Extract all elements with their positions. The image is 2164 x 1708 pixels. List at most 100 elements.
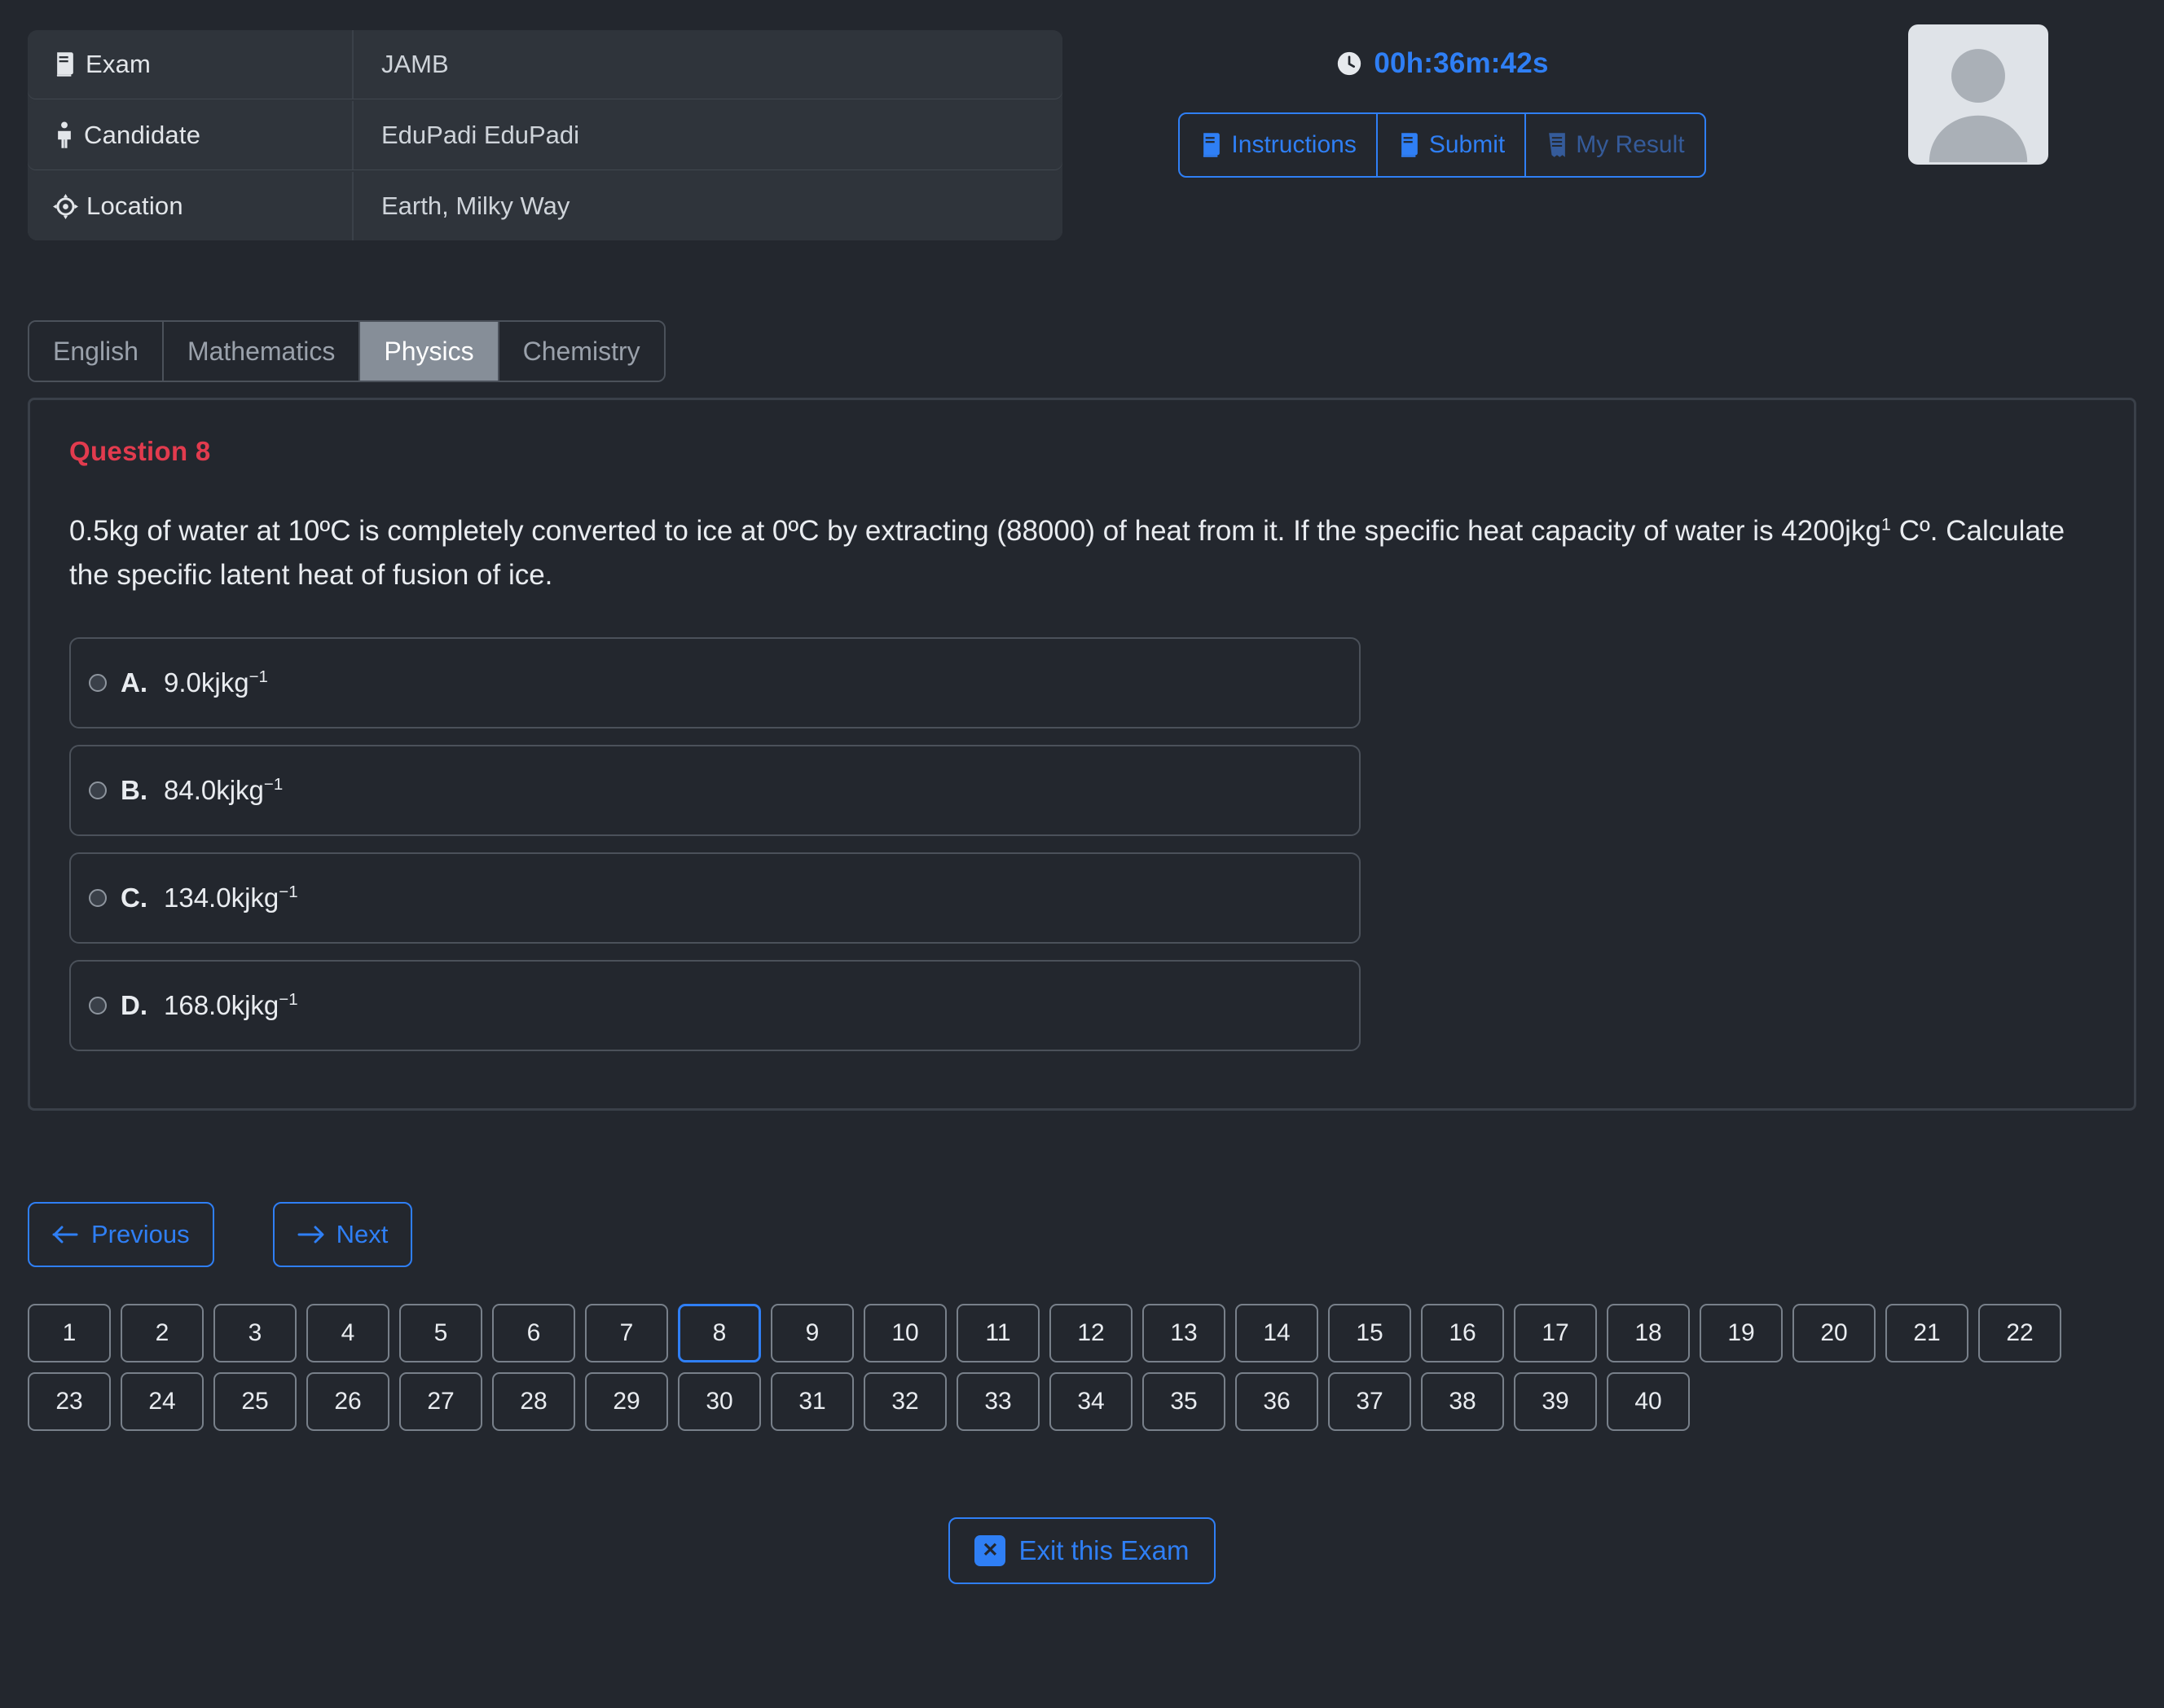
question-number-button[interactable]: 28	[492, 1372, 575, 1431]
question-number-button[interactable]: 29	[585, 1372, 668, 1431]
option-b[interactable]: B. 84.0kjkg−1	[69, 744, 1361, 836]
avatar[interactable]	[1908, 24, 2048, 165]
radio-icon[interactable]	[89, 888, 107, 907]
question-number-button[interactable]: 20	[1792, 1304, 1876, 1362]
radio-icon[interactable]	[89, 781, 107, 799]
action-label: My Result	[1576, 131, 1685, 158]
question-number-button[interactable]: 26	[306, 1372, 389, 1431]
info-label: Candidate	[28, 101, 354, 169]
subject-tabs: English Mathematics Physics Chemistry	[28, 320, 666, 382]
tab-english[interactable]: English	[29, 322, 164, 381]
exit-row: ✕ Exit this Exam	[0, 1517, 2164, 1584]
question-number-button[interactable]: 40	[1607, 1372, 1690, 1431]
question-number-button[interactable]: 17	[1514, 1304, 1597, 1362]
info-label: Location	[28, 172, 354, 240]
question-number-button[interactable]: 14	[1235, 1304, 1318, 1362]
question-number-button[interactable]: 21	[1885, 1304, 1968, 1362]
previous-button[interactable]: Previous	[28, 1202, 214, 1267]
question-number-button[interactable]: 24	[121, 1372, 204, 1431]
question-number-button[interactable]: 25	[213, 1372, 297, 1431]
question-number-button[interactable]: 12	[1049, 1304, 1133, 1362]
question-number-button[interactable]: 22	[1978, 1304, 2061, 1362]
question-number-button[interactable]: 30	[678, 1372, 761, 1431]
action-label: Instructions	[1231, 131, 1357, 158]
question-number-button[interactable]: 8	[678, 1304, 761, 1362]
question-number-button[interactable]: 32	[864, 1372, 947, 1431]
question-number-button[interactable]: 3	[213, 1304, 297, 1362]
question-number-button[interactable]: 16	[1421, 1304, 1504, 1362]
my-result-button[interactable]: My Result	[1526, 114, 1704, 176]
close-box-icon: ✕	[974, 1535, 1006, 1566]
question-text: 0.5kg of water at 10ºC is completely con…	[69, 509, 2090, 598]
question-number-button[interactable]: 23	[28, 1372, 111, 1431]
option-superscript: −1	[249, 667, 268, 686]
option-superscript: −1	[263, 774, 284, 794]
receipt-icon	[1546, 132, 1568, 158]
header-action-group: Instructions Submit My Result	[1178, 112, 1706, 178]
option-value: 9.0kjkg	[164, 667, 249, 698]
info-label-text: Location	[86, 191, 183, 220]
question-number-button[interactable]: 31	[771, 1372, 854, 1431]
option-text: 84.0kjkg−1	[164, 775, 283, 806]
question-number-button[interactable]: 37	[1328, 1372, 1411, 1431]
candidate-info-panel: Exam JAMB Candidate EduPadi EduPadi Location…	[28, 30, 1062, 240]
question-number-button[interactable]: 2	[121, 1304, 204, 1362]
question-number-button[interactable]: 33	[957, 1372, 1040, 1431]
question-number-button[interactable]: 18	[1607, 1304, 1690, 1362]
option-letter: B.	[121, 774, 147, 805]
option-letter: A.	[121, 667, 147, 698]
page-header: Exam JAMB Candidate EduPadi EduPadi Location…	[0, 0, 2164, 244]
info-label-text: Candidate	[84, 121, 201, 149]
question-number-button[interactable]: 36	[1235, 1372, 1318, 1431]
avatar-person-icon	[1929, 49, 2028, 163]
question-number-button[interactable]: 19	[1700, 1304, 1783, 1362]
instructions-button[interactable]: Instructions	[1180, 114, 1378, 176]
radio-icon[interactable]	[89, 996, 107, 1015]
question-number-button[interactable]: 39	[1514, 1372, 1597, 1431]
info-label-text: Exam	[86, 50, 152, 78]
option-superscript: −1	[279, 882, 298, 901]
book-icon	[53, 51, 77, 77]
options-list: A. 9.0kjkg−1 B. 84.0kjkg−1 C. 134.0kjkg−1 D. 16…	[69, 636, 2095, 1051]
question-number-button[interactable]: 15	[1328, 1304, 1411, 1362]
question-number-button[interactable]: 5	[399, 1304, 482, 1362]
next-button[interactable]: Next	[272, 1202, 413, 1267]
option-d[interactable]: D. 168.0kjkg−1	[69, 959, 1361, 1051]
navigation-row: Previous Next	[28, 1202, 413, 1267]
question-number-button[interactable]: 38	[1421, 1372, 1504, 1431]
option-text: 9.0kjkg−1	[164, 667, 268, 698]
exit-exam-button[interactable]: ✕ Exit this Exam	[948, 1517, 1216, 1584]
exit-exam-label: Exit this Exam	[1018, 1535, 1190, 1565]
option-a[interactable]: A. 9.0kjkg−1	[69, 636, 1361, 729]
option-superscript: −1	[279, 989, 298, 1009]
question-number-button[interactable]: 13	[1142, 1304, 1225, 1362]
book-icon	[1397, 132, 1422, 158]
timer-and-actions: 00h:36m:42s Instructions Submit My Result	[1149, 47, 1735, 178]
question-number-grid: 1 2 3 4 5 6 7 8 9 10 11 12 13 14 15 16 17 18 19 20 21 22 23 24 2…	[28, 1304, 2113, 1431]
tab-chemistry[interactable]: Chemistry	[499, 322, 664, 381]
book-icon	[1199, 132, 1224, 158]
option-c[interactable]: C. 134.0kjkg−1	[69, 852, 1361, 944]
option-value: 134.0kjkg	[164, 882, 279, 913]
question-number-button[interactable]: 11	[957, 1304, 1040, 1362]
question-number-button[interactable]: 9	[771, 1304, 854, 1362]
info-row: Exam JAMB	[28, 30, 1062, 99]
question-number-button[interactable]: 1	[28, 1304, 111, 1362]
info-value: EduPadi EduPadi	[381, 121, 580, 149]
option-value: 84.0kjkg	[164, 774, 264, 805]
question-number-button[interactable]: 6	[492, 1304, 575, 1362]
question-number-button[interactable]: 34	[1049, 1372, 1133, 1431]
question-number-button[interactable]: 27	[399, 1372, 482, 1431]
info-label: Exam	[28, 30, 354, 99]
question-number-button[interactable]: 4	[306, 1304, 389, 1362]
info-value: JAMB	[381, 50, 449, 78]
tab-physics[interactable]: Physics	[360, 322, 499, 381]
question-number-button[interactable]: 10	[864, 1304, 947, 1362]
option-letter: D.	[121, 989, 147, 1020]
submit-button[interactable]: Submit	[1378, 114, 1527, 176]
question-number-button[interactable]: 7	[585, 1304, 668, 1362]
question-number-button[interactable]: 35	[1142, 1372, 1225, 1431]
radio-icon[interactable]	[89, 673, 107, 692]
tab-mathematics[interactable]: Mathematics	[163, 322, 361, 381]
option-value: 168.0kjkg	[164, 989, 279, 1020]
